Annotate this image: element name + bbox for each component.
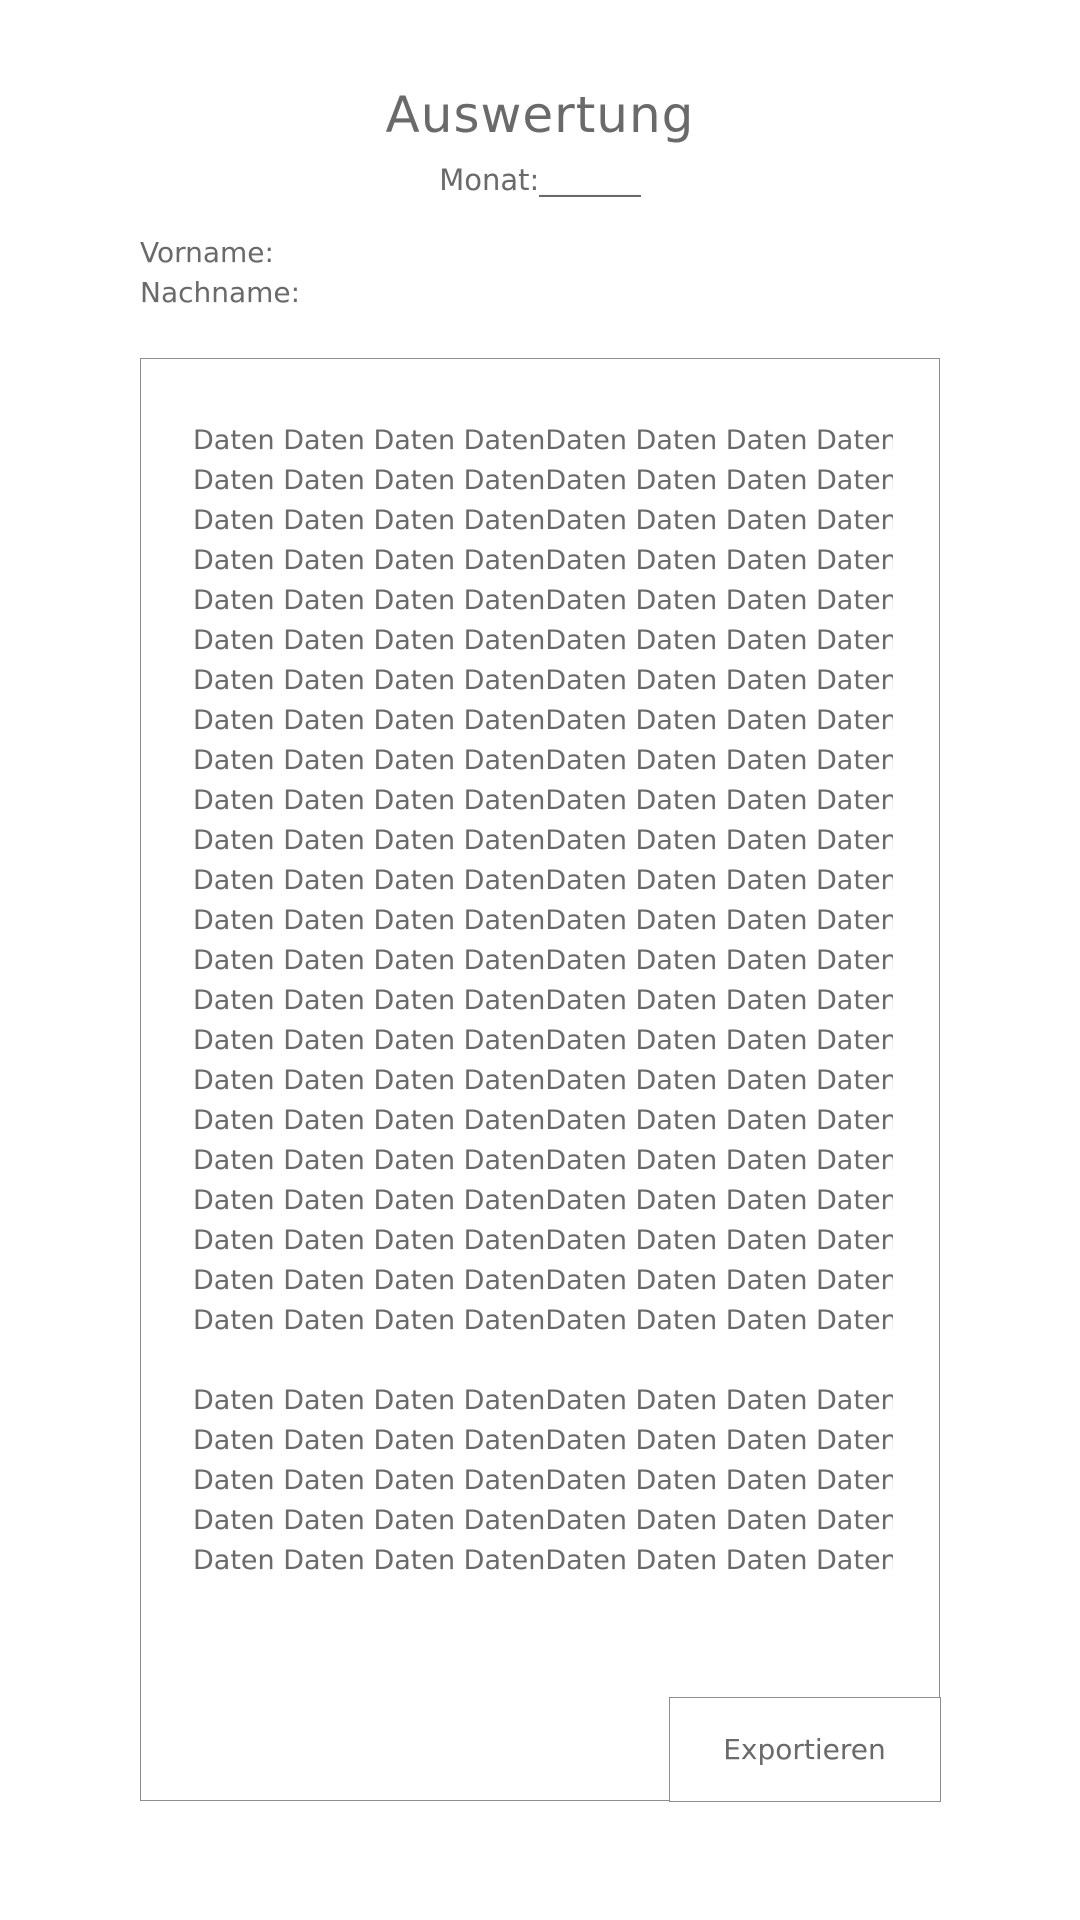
data-line: Daten Daten Daten DatenDaten Daten Daten… [193,785,893,816]
data-line: Daten Daten Daten DatenDaten Daten Daten… [193,1385,893,1416]
data-line: Daten Daten Daten DatenDaten Daten Daten… [193,1465,893,1496]
data-line: Daten Daten Daten DatenDaten Daten Daten… [193,1025,893,1056]
data-line: Daten Daten Daten DatenDaten Daten Daten… [193,505,893,536]
data-line: Daten Daten Daten DatenDaten Daten Daten… [193,745,893,776]
last-name-label: Nachname: [140,276,301,309]
data-line: Daten Daten Daten DatenDaten Daten Daten… [193,1545,893,1576]
data-line: Daten Daten Daten DatenDaten Daten Daten… [193,1185,893,1216]
data-line: Daten Daten Daten DatenDaten Daten Daten… [193,425,893,456]
month-label: Monat:_______ [439,163,641,197]
data-line: Daten Daten Daten DatenDaten Daten Daten… [193,985,893,1016]
data-line: Daten Daten Daten DatenDaten Daten Daten… [193,665,893,696]
export-button[interactable]: Exportieren [668,1696,941,1802]
data-line: Daten Daten Daten DatenDaten Daten Daten… [193,585,893,616]
data-line: Daten Daten Daten DatenDaten Daten Daten… [193,1305,893,1336]
data-line: Daten Daten Daten DatenDaten Daten Daten… [193,1065,893,1096]
data-line: Daten Daten Daten DatenDaten Daten Daten… [193,1225,893,1256]
data-line: Daten Daten Daten DatenDaten Daten Daten… [193,545,893,576]
data-line: Daten Daten Daten DatenDaten Daten Daten… [193,625,893,656]
data-line: Daten Daten Daten DatenDaten Daten Daten… [193,1105,893,1136]
data-block-2: Daten Daten Daten DatenDaten Daten Daten… [193,1381,893,1581]
data-line: Daten Daten Daten DatenDaten Daten Daten… [193,705,893,736]
data-line: Daten Daten Daten DatenDaten Daten Daten… [193,825,893,856]
page-title: Auswertung [385,86,695,144]
data-line: Daten Daten Daten DatenDaten Daten Daten… [193,945,893,976]
data-line: Daten Daten Daten DatenDaten Daten Daten… [193,1145,893,1176]
data-line: Daten Daten Daten DatenDaten Daten Daten… [193,905,893,936]
data-block-1: Daten Daten Daten DatenDaten Daten Daten… [193,421,893,1341]
data-line: Daten Daten Daten DatenDaten Daten Daten… [193,1505,893,1536]
data-line: Daten Daten Daten DatenDaten Daten Daten… [193,1265,893,1296]
first-name-label: Vorname: [140,236,274,269]
data-line: Daten Daten Daten DatenDaten Daten Daten… [193,1425,893,1456]
data-panel: Daten Daten Daten DatenDaten Daten Daten… [140,358,941,1802]
data-line: Daten Daten Daten DatenDaten Daten Daten… [193,465,893,496]
data-line: Daten Daten Daten DatenDaten Daten Daten… [193,865,893,896]
